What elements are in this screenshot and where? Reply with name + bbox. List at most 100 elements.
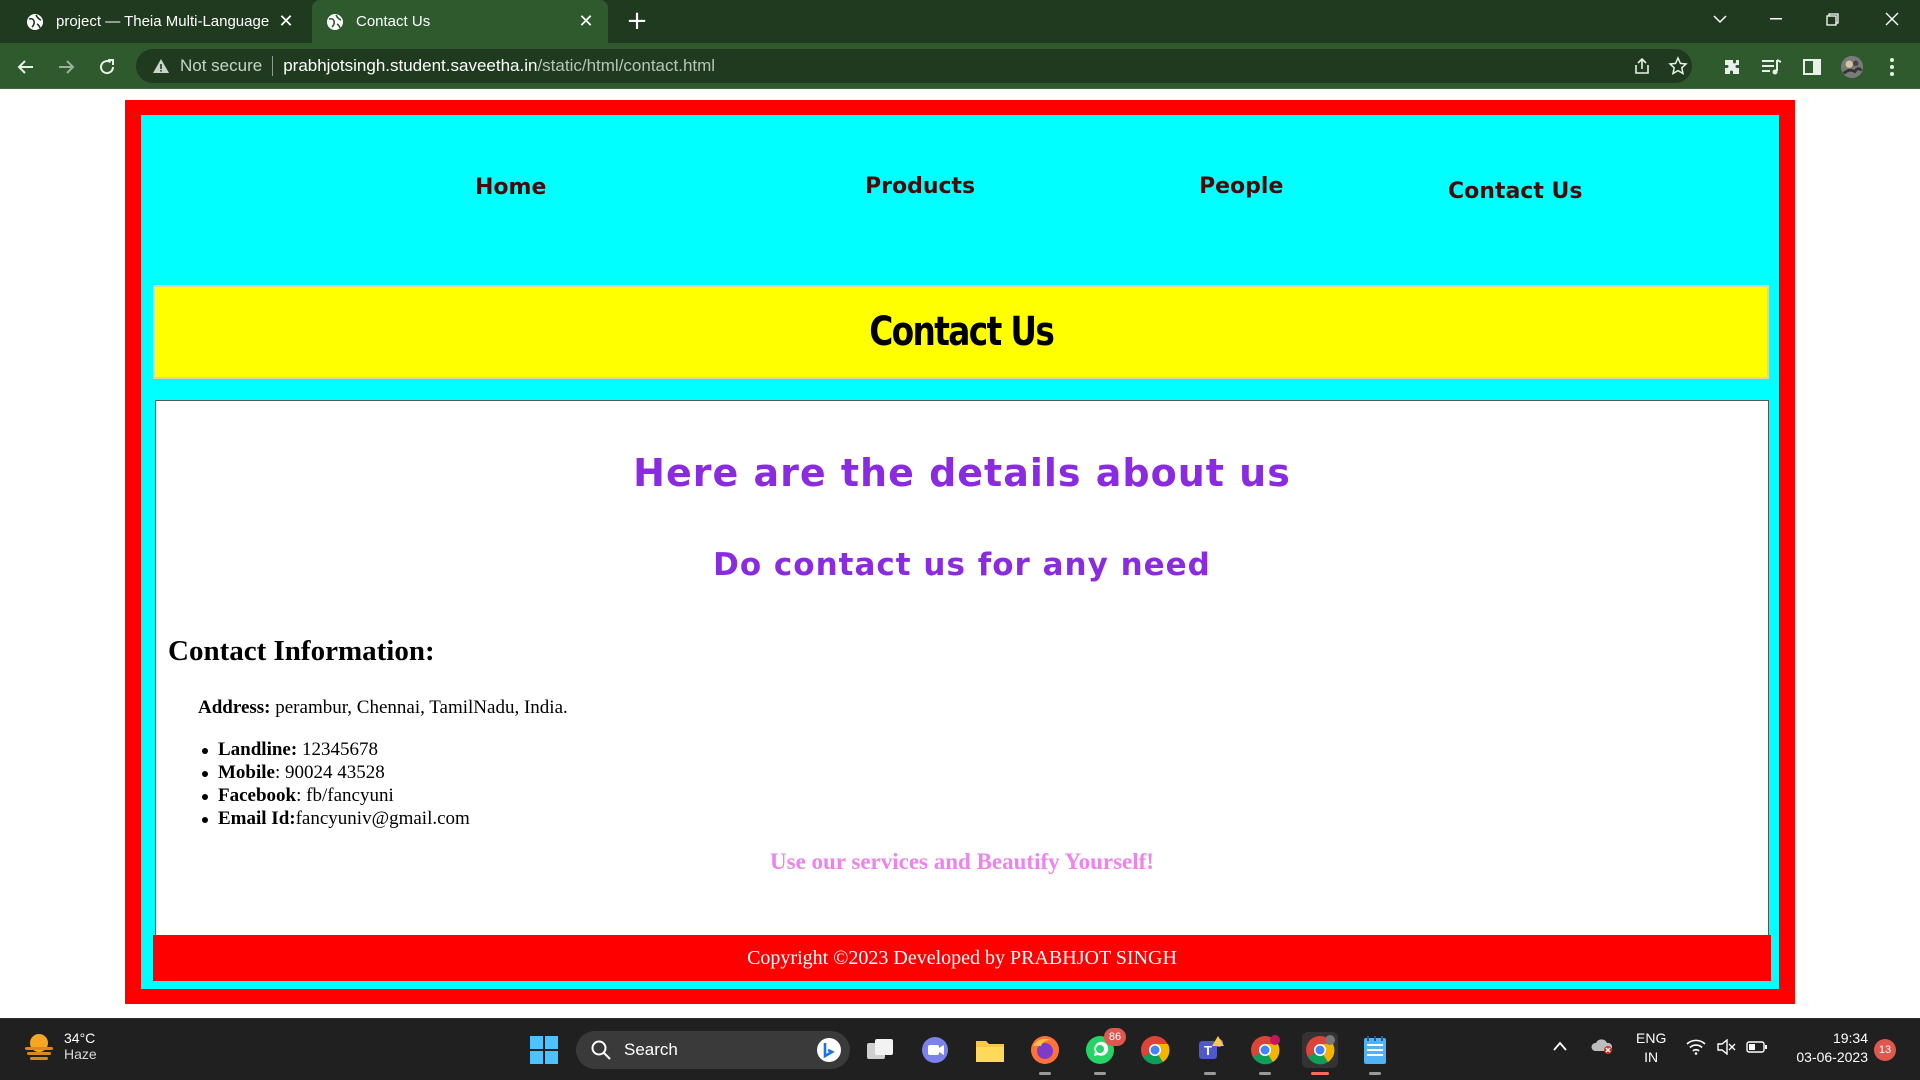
search-label: Search bbox=[624, 1040, 678, 1059]
teams-icon[interactable]: T bbox=[1192, 1032, 1228, 1075]
whatsapp-icon[interactable]: 86 bbox=[1082, 1028, 1126, 1075]
nav-home-link[interactable]: Home bbox=[475, 175, 546, 200]
page-container: Home Products People Contact Us Contact … bbox=[141, 115, 1779, 989]
bookmark-star-icon[interactable] bbox=[1668, 56, 1688, 76]
forward-button[interactable] bbox=[50, 51, 82, 83]
landline-label: Landline: bbox=[218, 739, 298, 760]
media-controls-icon[interactable] bbox=[1760, 55, 1784, 79]
page-title: Contact Us bbox=[868, 309, 1055, 355]
mobile-label: Mobile bbox=[218, 762, 275, 783]
extensions-icon[interactable] bbox=[1720, 55, 1744, 79]
windows-logo-icon bbox=[530, 1036, 558, 1064]
address-bar[interactable]: Not secure prabhjotsingh.student.saveeth… bbox=[136, 49, 1692, 83]
contact-info-title: Contact Information: bbox=[168, 635, 435, 667]
notification-count: 13 bbox=[1874, 1039, 1896, 1061]
list-item-facebook: Facebook: fb/fancyuni bbox=[202, 785, 470, 808]
clock-date: 03-06-2023 bbox=[1796, 1049, 1868, 1065]
profile-avatar[interactable] bbox=[1840, 55, 1864, 79]
details-heading: Here are the details about us bbox=[633, 451, 1291, 495]
svg-text:T: T bbox=[1204, 1043, 1212, 1058]
tagline: Use our services and Beautify Yourself! bbox=[770, 849, 1154, 874]
running-indicator bbox=[1039, 1072, 1051, 1075]
clock[interactable]: 19:34 03-06-2023 bbox=[1786, 1029, 1868, 1067]
page-footer: Copyright ©2023 Developed by PRABHJOT SI… bbox=[153, 935, 1771, 981]
running-indicator bbox=[1369, 1072, 1381, 1075]
back-arrow-icon bbox=[17, 60, 33, 74]
close-window-button[interactable] bbox=[1864, 0, 1920, 38]
tab-search-icon[interactable] bbox=[1692, 0, 1748, 38]
nav-products-link[interactable]: Products bbox=[865, 174, 975, 199]
teams-chat-icon[interactable] bbox=[917, 1032, 953, 1068]
running-indicator bbox=[1204, 1072, 1216, 1075]
volume-muted-icon[interactable] bbox=[1716, 1038, 1736, 1058]
nav-contact-link[interactable]: Contact Us bbox=[1448, 179, 1582, 204]
close-tab-icon[interactable]: ✕ bbox=[574, 10, 598, 34]
task-view-icon[interactable] bbox=[862, 1032, 898, 1068]
mobile-value: : 90024 43528 bbox=[275, 762, 385, 783]
running-indicator bbox=[1259, 1072, 1271, 1075]
email-label: Email Id: bbox=[218, 808, 296, 829]
facebook-label: Facebook bbox=[218, 785, 297, 806]
list-item-landline: Landline: 12345678 bbox=[202, 739, 470, 762]
list-item-email: Email Id:fancyuniv@gmail.com bbox=[202, 808, 470, 831]
restore-button[interactable] bbox=[1804, 0, 1860, 38]
url-separator bbox=[272, 56, 274, 76]
globe-icon bbox=[327, 13, 343, 30]
side-panel-icon[interactable] bbox=[1800, 55, 1824, 79]
reload-button[interactable] bbox=[91, 51, 123, 83]
security-status[interactable]: Not secure bbox=[180, 56, 262, 76]
contact-subheading: Do contact us for any need bbox=[713, 547, 1211, 583]
landline-value: 12345678 bbox=[297, 739, 378, 760]
taskbar: 34°C Haze Search 86 T ENG IN 19:34 03-06… bbox=[0, 1018, 1920, 1080]
reload-icon bbox=[100, 59, 115, 75]
wifi-icon[interactable] bbox=[1686, 1039, 1706, 1058]
bing-icon bbox=[817, 1038, 841, 1062]
file-explorer-icon[interactable] bbox=[972, 1032, 1008, 1068]
tab-contact-us[interactable]: Contact Us ✕ bbox=[312, 0, 608, 43]
list-item-mobile: Mobile: 90024 43528 bbox=[202, 762, 470, 785]
notepad-icon[interactable] bbox=[1357, 1032, 1393, 1075]
close-tab-icon[interactable]: ✕ bbox=[274, 10, 298, 34]
facebook-value: : fb/fancyuni bbox=[296, 785, 394, 806]
active-indicator bbox=[1311, 1072, 1329, 1075]
nav-people-link[interactable]: People bbox=[1199, 174, 1283, 199]
address-line: Address: perambur, Chennai, TamilNadu, I… bbox=[198, 697, 568, 719]
weather-widget[interactable]: 34°C Haze bbox=[22, 1029, 97, 1063]
show-hidden-icons[interactable] bbox=[1552, 1039, 1568, 1055]
copyright-text: Copyright ©2023 Developed by PRABHJOT SI… bbox=[747, 946, 1177, 969]
search-icon bbox=[591, 1040, 611, 1060]
chrome-profile-icon[interactable] bbox=[1247, 1032, 1283, 1075]
address-label: Address: bbox=[198, 697, 271, 718]
notification-center[interactable]: 13 bbox=[1874, 1039, 1896, 1061]
language-indicator[interactable]: ENG IN bbox=[1636, 1029, 1666, 1067]
clock-time: 19:34 bbox=[1832, 1030, 1868, 1046]
browser-toolbar: Not secure prabhjotsingh.student.saveeth… bbox=[0, 43, 1920, 89]
address-value: perambur, Chennai, TamilNadu, India. bbox=[270, 697, 568, 718]
battery-icon[interactable] bbox=[1746, 1040, 1768, 1057]
web-page: Home Products People Contact Us Contact … bbox=[0, 90, 1920, 1018]
contact-content: Here are the details about us Do contact… bbox=[155, 400, 1769, 960]
menu-kebab-icon[interactable] bbox=[1880, 55, 1904, 79]
browser-tab-strip: project — Theia Multi-Language ✕ Contact… bbox=[0, 0, 1920, 43]
tab-project-theia[interactable]: project — Theia Multi-Language ✕ bbox=[12, 0, 308, 43]
onedrive-icon[interactable] bbox=[1590, 1037, 1614, 1058]
tab-title: Contact Us bbox=[356, 13, 431, 30]
back-button[interactable] bbox=[10, 51, 42, 83]
chrome-active-icon[interactable] bbox=[1302, 1032, 1338, 1075]
page-banner: Contact Us bbox=[153, 285, 1769, 379]
contact-list: Landline: 12345678 Mobile: 90024 43528 F… bbox=[202, 739, 470, 831]
language-region: IN bbox=[1644, 1049, 1659, 1065]
share-icon[interactable] bbox=[1632, 56, 1652, 76]
forward-arrow-icon bbox=[59, 60, 75, 74]
new-tab-button[interactable]: + bbox=[622, 6, 652, 36]
haze-sun-icon bbox=[25, 1034, 53, 1060]
tab-title: project — Theia Multi-Language bbox=[56, 13, 270, 30]
language-code: ENG bbox=[1636, 1030, 1667, 1046]
running-indicator bbox=[1094, 1072, 1106, 1075]
firefox-icon[interactable] bbox=[1027, 1032, 1063, 1075]
minimize-button[interactable] bbox=[1748, 0, 1804, 38]
warning-icon[interactable] bbox=[152, 57, 170, 75]
start-button[interactable] bbox=[526, 1032, 562, 1068]
taskbar-search[interactable]: Search bbox=[576, 1031, 850, 1069]
chrome-icon[interactable] bbox=[1137, 1032, 1173, 1068]
